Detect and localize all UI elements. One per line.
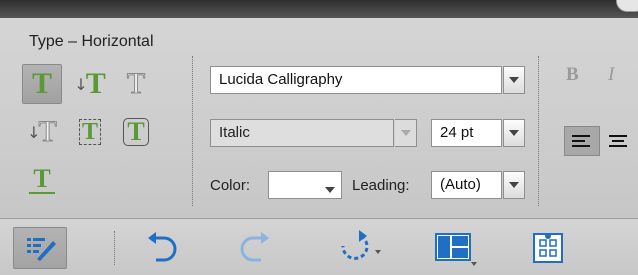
separator xyxy=(192,56,193,206)
horizontal-type-icon: T xyxy=(31,67,52,100)
horizontal-type-mask-tool-button[interactable]: T xyxy=(116,64,156,104)
tool-options-button[interactable] xyxy=(13,227,67,269)
separator xyxy=(538,56,539,206)
chevron-down-icon xyxy=(509,182,519,188)
text-on-selection-icon: T xyxy=(78,119,101,145)
color-swatch[interactable] xyxy=(268,171,342,199)
text-on-path-icon: T xyxy=(29,166,55,194)
vertical-type-icon: T xyxy=(85,67,106,100)
layout-icon xyxy=(435,233,477,266)
text-on-shape-icon: T xyxy=(123,118,149,146)
undo-button[interactable] xyxy=(135,227,185,269)
bold-button[interactable]: B xyxy=(566,64,579,86)
chevron-down-icon xyxy=(509,130,519,136)
font-size-dropdown[interactable] xyxy=(503,119,525,147)
align-left-button[interactable] xyxy=(564,126,600,156)
separator xyxy=(114,231,115,265)
font-style-field[interactable]: Italic xyxy=(210,119,394,147)
bottom-toolbar xyxy=(0,218,638,275)
tool-options-panel: Type – Horizontal T ↓ T T ↓ T T T T Luci… xyxy=(0,18,638,218)
font-family-dropdown[interactable] xyxy=(503,66,525,94)
color-label: Color: xyxy=(210,177,251,194)
horizontal-type-mask-icon: T xyxy=(126,67,146,100)
font-size-field[interactable]: 24 pt xyxy=(431,119,502,147)
window-corner-button[interactable] xyxy=(616,0,638,12)
undo-icon xyxy=(148,232,177,262)
window-top-bar xyxy=(0,0,638,18)
align-center-icon xyxy=(609,135,627,137)
redo-icon xyxy=(240,232,269,262)
text-on-path-tool-button[interactable]: T xyxy=(22,160,62,200)
organizer-icon xyxy=(533,233,563,263)
italic-button[interactable]: I xyxy=(608,64,614,86)
font-family-field[interactable]: Lucida Calligraphy xyxy=(210,66,502,94)
layout-button[interactable] xyxy=(428,227,484,269)
chevron-down-icon xyxy=(509,77,519,83)
tool-title: Type – Horizontal xyxy=(29,33,154,50)
chevron-down-icon xyxy=(325,187,335,193)
text-on-shape-tool-button[interactable]: T xyxy=(116,112,156,152)
tool-options-icon xyxy=(27,238,56,261)
chevron-down-icon xyxy=(400,130,411,136)
vertical-type-mask-icon: T xyxy=(38,115,57,148)
rotate-icon xyxy=(341,230,381,260)
rotate-button[interactable] xyxy=(330,227,388,269)
horizontal-type-tool-button[interactable]: T xyxy=(22,64,62,104)
vertical-type-mask-tool-button[interactable]: ↓ T xyxy=(22,112,62,152)
leading-field[interactable]: (Auto) xyxy=(431,171,502,199)
font-style-dropdown[interactable] xyxy=(395,119,417,147)
leading-dropdown[interactable] xyxy=(503,171,525,199)
leading-label: Leading: xyxy=(352,177,410,194)
vertical-type-tool-button[interactable]: ↓ T xyxy=(70,64,110,104)
organizer-button[interactable] xyxy=(525,227,571,269)
text-on-selection-tool-button[interactable]: T xyxy=(70,112,110,152)
align-center-button[interactable] xyxy=(600,126,636,156)
align-left-icon xyxy=(572,135,590,137)
redo-button[interactable] xyxy=(232,227,282,269)
